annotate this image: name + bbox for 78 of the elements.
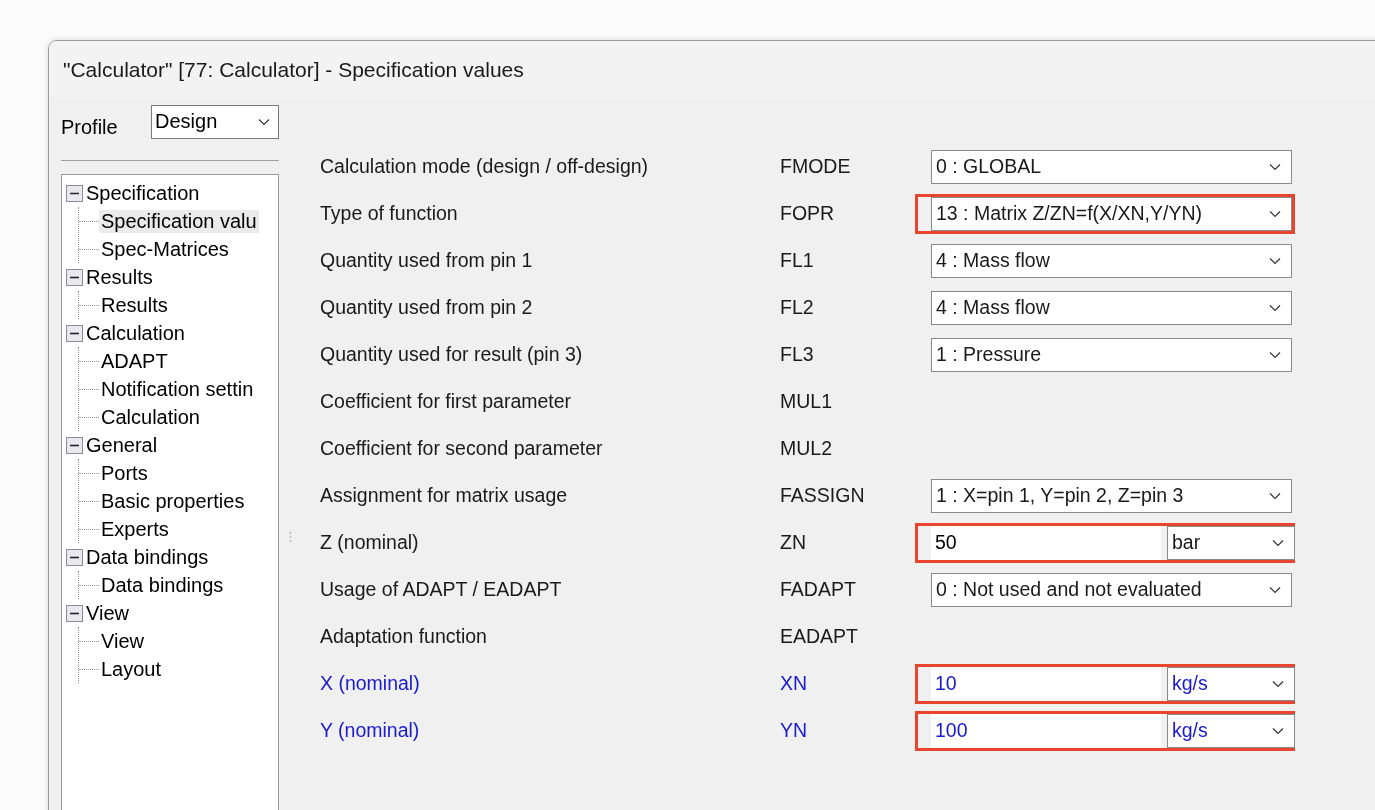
chevron-down-icon [1269,256,1281,265]
chevron-down-icon [1272,538,1284,547]
parameter-code: ZN [780,531,807,554]
parameter-code: FL2 [780,296,815,319]
tree-item[interactable]: Data bindings [86,545,209,569]
tree-item[interactable]: Data bindings [99,573,226,597]
chevron-down-icon [1272,726,1284,735]
parameter-code: MUL1 [780,390,834,413]
parameter-label: Coefficient for first parameter [320,390,573,413]
parameter-label: Quantity used from pin 1 [320,249,534,272]
parameter-label: Assignment for matrix usage [320,484,569,507]
parameter-label: Quantity used for result (pin 3) [320,343,584,366]
value-dropdown[interactable]: 1 : Pressure [931,337,1292,372]
parameter-label: Z (nominal) [320,531,420,554]
value-input[interactable]: 10 [931,666,1161,701]
parameter-code: MUL2 [780,437,834,460]
chevron-down-icon [1269,585,1281,594]
parameter-code: XN [780,672,809,695]
collapse-icon[interactable] [66,604,83,622]
tree-item[interactable]: View [99,629,146,653]
parameter-code: FMODE [780,155,852,178]
collapse-icon[interactable] [66,184,83,202]
tree-item[interactable]: Calculation [99,405,202,429]
collapse-icon[interactable] [66,436,83,454]
parameter-label: Calculation mode (design / off-design) [320,155,650,178]
unit-dropdown[interactable]: kg/s [1167,713,1295,748]
tree-item[interactable]: Notification settin [99,377,256,401]
tree-item[interactable]: Basic properties [99,489,247,513]
parameter-code: FL1 [780,249,815,272]
tree-item[interactable]: Layout [99,657,164,681]
parameter-label: Y (nominal) [320,719,421,742]
chevron-down-icon [1269,491,1281,500]
window-title: "Calculator" [77: Calculator] - Specification values [63,57,524,82]
value-dropdown[interactable]: 13 : Matrix Z/ZN=f(X/XN,Y/YN) [931,196,1292,231]
splitter-grip-icon[interactable] [289,531,292,543]
tree-item[interactable]: Calculation [86,321,185,345]
chevron-down-icon [1269,303,1281,312]
parameter-code: EADAPT [780,625,860,648]
unit-dropdown[interactable]: kg/s [1167,666,1295,701]
tree-item[interactable]: Results [86,265,153,289]
parameter-code: FOPR [780,202,836,225]
value-dropdown[interactable]: 4 : Mass flow [931,243,1292,278]
value-input[interactable]: 50 [931,525,1161,560]
tree-item[interactable]: View [86,601,129,625]
tree-item[interactable]: Specification valu [99,209,259,233]
parameter-label: X (nominal) [320,672,421,695]
chevron-down-icon [1269,162,1281,171]
chevron-down-icon [258,117,270,126]
parameter-label: Type of function [320,202,459,225]
parameter-label: Usage of ADAPT / EADAPT [320,578,563,601]
value-dropdown[interactable]: 0 : Not used and not evaluated [931,572,1292,607]
value-dropdown[interactable]: 1 : X=pin 1, Y=pin 2, Z=pin 3 [931,478,1292,513]
parameter-code: FADAPT [780,578,857,601]
parameter-label: Quantity used from pin 2 [320,296,534,319]
tree-item[interactable]: General [86,433,158,457]
tree-item[interactable]: Spec-Matrices [99,237,231,261]
chevron-down-icon [1269,350,1281,359]
value-dropdown[interactable]: 4 : Mass flow [931,290,1292,325]
tree-item[interactable]: Experts [99,517,171,541]
parameter-label: Coefficient for second parameter [320,437,604,460]
parameter-label: Adaptation function [320,625,488,648]
profile-dropdown[interactable]: Design [151,104,279,139]
value-input[interactable]: 100 [931,713,1161,748]
collapse-icon[interactable] [66,268,83,286]
chevron-down-icon [1272,679,1284,688]
profile-label: Profile [61,116,118,139]
collapse-icon[interactable] [66,324,83,342]
parameter-code: FASSIGN [780,484,866,507]
unit-dropdown[interactable]: bar [1167,525,1295,560]
tree-item[interactable]: Ports [99,461,150,485]
collapse-icon[interactable] [66,548,83,566]
chevron-down-icon [1269,209,1281,218]
tree-item[interactable]: Specification [86,181,200,205]
tree-item[interactable]: ADAPT [99,349,170,373]
tree-item[interactable]: Results [99,293,170,317]
parameter-code: FL3 [780,343,815,366]
parameter-code: YN [780,719,809,742]
value-dropdown[interactable]: 0 : GLOBAL [931,149,1292,184]
